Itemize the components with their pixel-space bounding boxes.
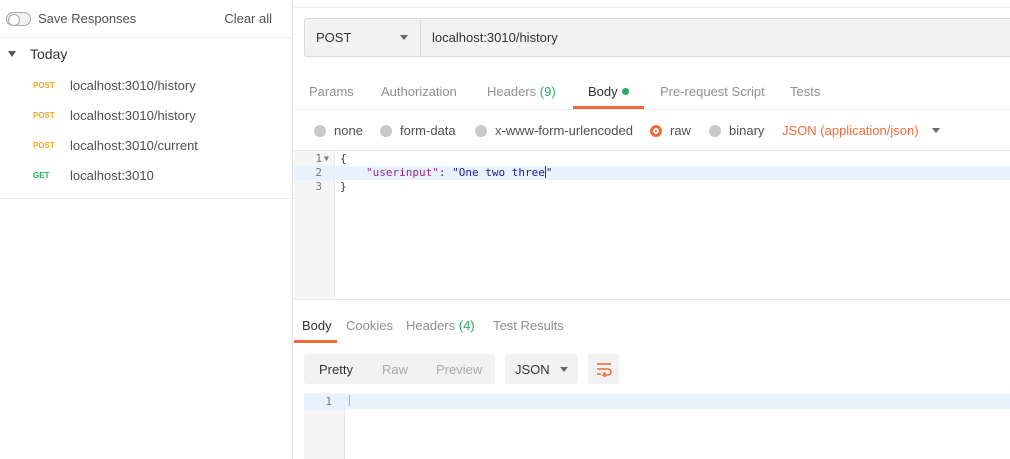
- history-group-label: Today: [30, 46, 68, 62]
- chevron-down-icon: [400, 35, 408, 40]
- code-line: 3 }: [294, 180, 1010, 194]
- wrap-lines-button[interactable]: [588, 354, 619, 384]
- code-text: "userinput": "One two three": [366, 166, 552, 180]
- response-body-viewer[interactable]: 1: [304, 393, 1010, 459]
- tab-headers-label: Headers: [487, 84, 537, 99]
- tab-test-results[interactable]: Test Results: [493, 318, 564, 333]
- body-indicator-dot: [621, 88, 629, 95]
- tab-cookies[interactable]: Cookies: [346, 318, 393, 333]
- code-line-active: 2 "userinput": "One two three": [294, 166, 1010, 180]
- history-url: localhost:3010/current: [70, 137, 198, 153]
- body-option-form-data[interactable]: form-data: [380, 123, 456, 138]
- method-badge: POST: [33, 110, 55, 120]
- json-value-end: ": [545, 166, 553, 179]
- wrap-lines-icon: [596, 363, 612, 377]
- response-format-value: JSON: [515, 361, 550, 377]
- response-format-select[interactable]: JSON: [505, 354, 578, 384]
- headers-count: (9): [539, 84, 556, 99]
- request-tabs: Params Authorization Headers (9) Body Pr…: [294, 73, 1010, 110]
- chevron-down-icon: [560, 366, 568, 372]
- tab-response-headers[interactable]: Headers (4): [406, 318, 475, 333]
- clear-all-button[interactable]: Clear all: [224, 11, 272, 26]
- radio-selected-icon: [650, 124, 662, 137]
- option-label: x-www-form-urlencoded: [495, 123, 633, 138]
- line-number: 3: [315, 180, 322, 193]
- json-separator: :: [438, 166, 453, 179]
- radio-icon: [380, 124, 392, 137]
- radio-icon: [709, 124, 721, 137]
- line-number: 2: [315, 166, 322, 179]
- method-select-value: POST: [316, 30, 352, 45]
- response-tabs: Body Cookies Headers (4) Test Results: [294, 309, 1010, 343]
- tab-tests[interactable]: Tests: [790, 84, 820, 99]
- body-option-raw[interactable]: raw: [650, 123, 691, 138]
- line-number: 1: [325, 395, 332, 408]
- history-url: localhost:3010: [70, 167, 154, 183]
- body-type-options: none form-data x-www-form-urlencoded raw…: [294, 114, 1010, 148]
- save-responses-toggle[interactable]: [6, 11, 31, 26]
- content-type-value: JSON (application/json): [782, 123, 919, 138]
- method-badge: POST: [33, 80, 55, 90]
- radio-icon: [475, 124, 487, 137]
- save-responses-label: Save Responses: [38, 11, 137, 26]
- code-text: {: [340, 152, 347, 165]
- option-label: raw: [670, 123, 691, 138]
- method-badge: POST: [33, 140, 55, 150]
- history-item[interactable]: GET localhost:3010: [0, 160, 292, 190]
- option-label: form-data: [400, 123, 456, 138]
- radio-icon: [314, 124, 326, 137]
- line-number: 1: [315, 152, 322, 165]
- json-key: "userinput": [366, 166, 439, 179]
- option-label: binary: [729, 123, 765, 138]
- code-line: 1 ▼ {: [294, 152, 1010, 166]
- caret-down-icon: [8, 51, 16, 57]
- history-item[interactable]: POST localhost:3010/current: [0, 130, 292, 160]
- active-tab-underline: [573, 106, 644, 109]
- text-cursor: [349, 395, 350, 406]
- body-option-none[interactable]: none: [314, 123, 363, 138]
- tab-pre-request-script[interactable]: Pre-request Script: [660, 84, 765, 99]
- tab-response-body[interactable]: Body: [302, 318, 332, 333]
- tab-body-label: Body: [588, 84, 618, 99]
- response-headers-count: (4): [458, 318, 475, 333]
- method-badge: GET: [33, 170, 50, 180]
- history-item[interactable]: POST localhost:3010/history: [0, 100, 292, 130]
- url-input[interactable]: localhost:3010/history: [421, 19, 1010, 56]
- chevron-down-icon: [931, 128, 940, 133]
- tab-params[interactable]: Params: [309, 84, 354, 99]
- history-group-today[interactable]: Today: [0, 38, 292, 70]
- history-item[interactable]: POST localhost:3010/history: [0, 70, 292, 100]
- fold-arrow-icon[interactable]: ▼: [324, 152, 329, 166]
- view-preview-button[interactable]: Preview: [436, 362, 482, 377]
- request-panel: POST localhost:3010/history Params Autho…: [294, 0, 1010, 459]
- history-url: localhost:3010/history: [70, 107, 196, 123]
- tab-response-headers-label: Headers: [406, 318, 456, 333]
- content-type-select[interactable]: JSON (application/json): [782, 123, 940, 138]
- body-option-binary[interactable]: binary: [709, 123, 764, 138]
- history-sidebar: Save Responses Clear all Today POST loca…: [0, 0, 293, 459]
- sidebar-divider: [0, 198, 292, 199]
- code-line-active: 1: [304, 394, 1010, 409]
- sidebar-toolbar: Save Responses Clear all: [0, 0, 292, 38]
- request-body-editor[interactable]: 1 ▼ { 2 "userinput": "One two three" 3 }: [294, 150, 1010, 300]
- view-mode-group: Pretty Raw Preview: [304, 354, 495, 384]
- view-raw-button[interactable]: Raw: [382, 362, 408, 377]
- active-tab-underline: [294, 340, 337, 343]
- code-text: }: [340, 180, 347, 193]
- url-bar: POST localhost:3010/history: [304, 18, 1010, 57]
- tab-body[interactable]: Body: [588, 84, 629, 99]
- response-toolbar: Pretty Raw Preview JSON: [304, 354, 1004, 385]
- tab-headers[interactable]: Headers (9): [487, 84, 556, 99]
- view-pretty-button[interactable]: Pretty: [319, 362, 353, 377]
- tab-authorization[interactable]: Authorization: [381, 84, 457, 99]
- tab-strip: [294, 0, 1010, 8]
- history-url: localhost:3010/history: [70, 77, 196, 93]
- json-value: "One two three: [452, 166, 545, 179]
- body-option-urlencoded[interactable]: x-www-form-urlencoded: [475, 123, 633, 138]
- option-label: none: [334, 123, 363, 138]
- method-select[interactable]: POST: [305, 19, 421, 56]
